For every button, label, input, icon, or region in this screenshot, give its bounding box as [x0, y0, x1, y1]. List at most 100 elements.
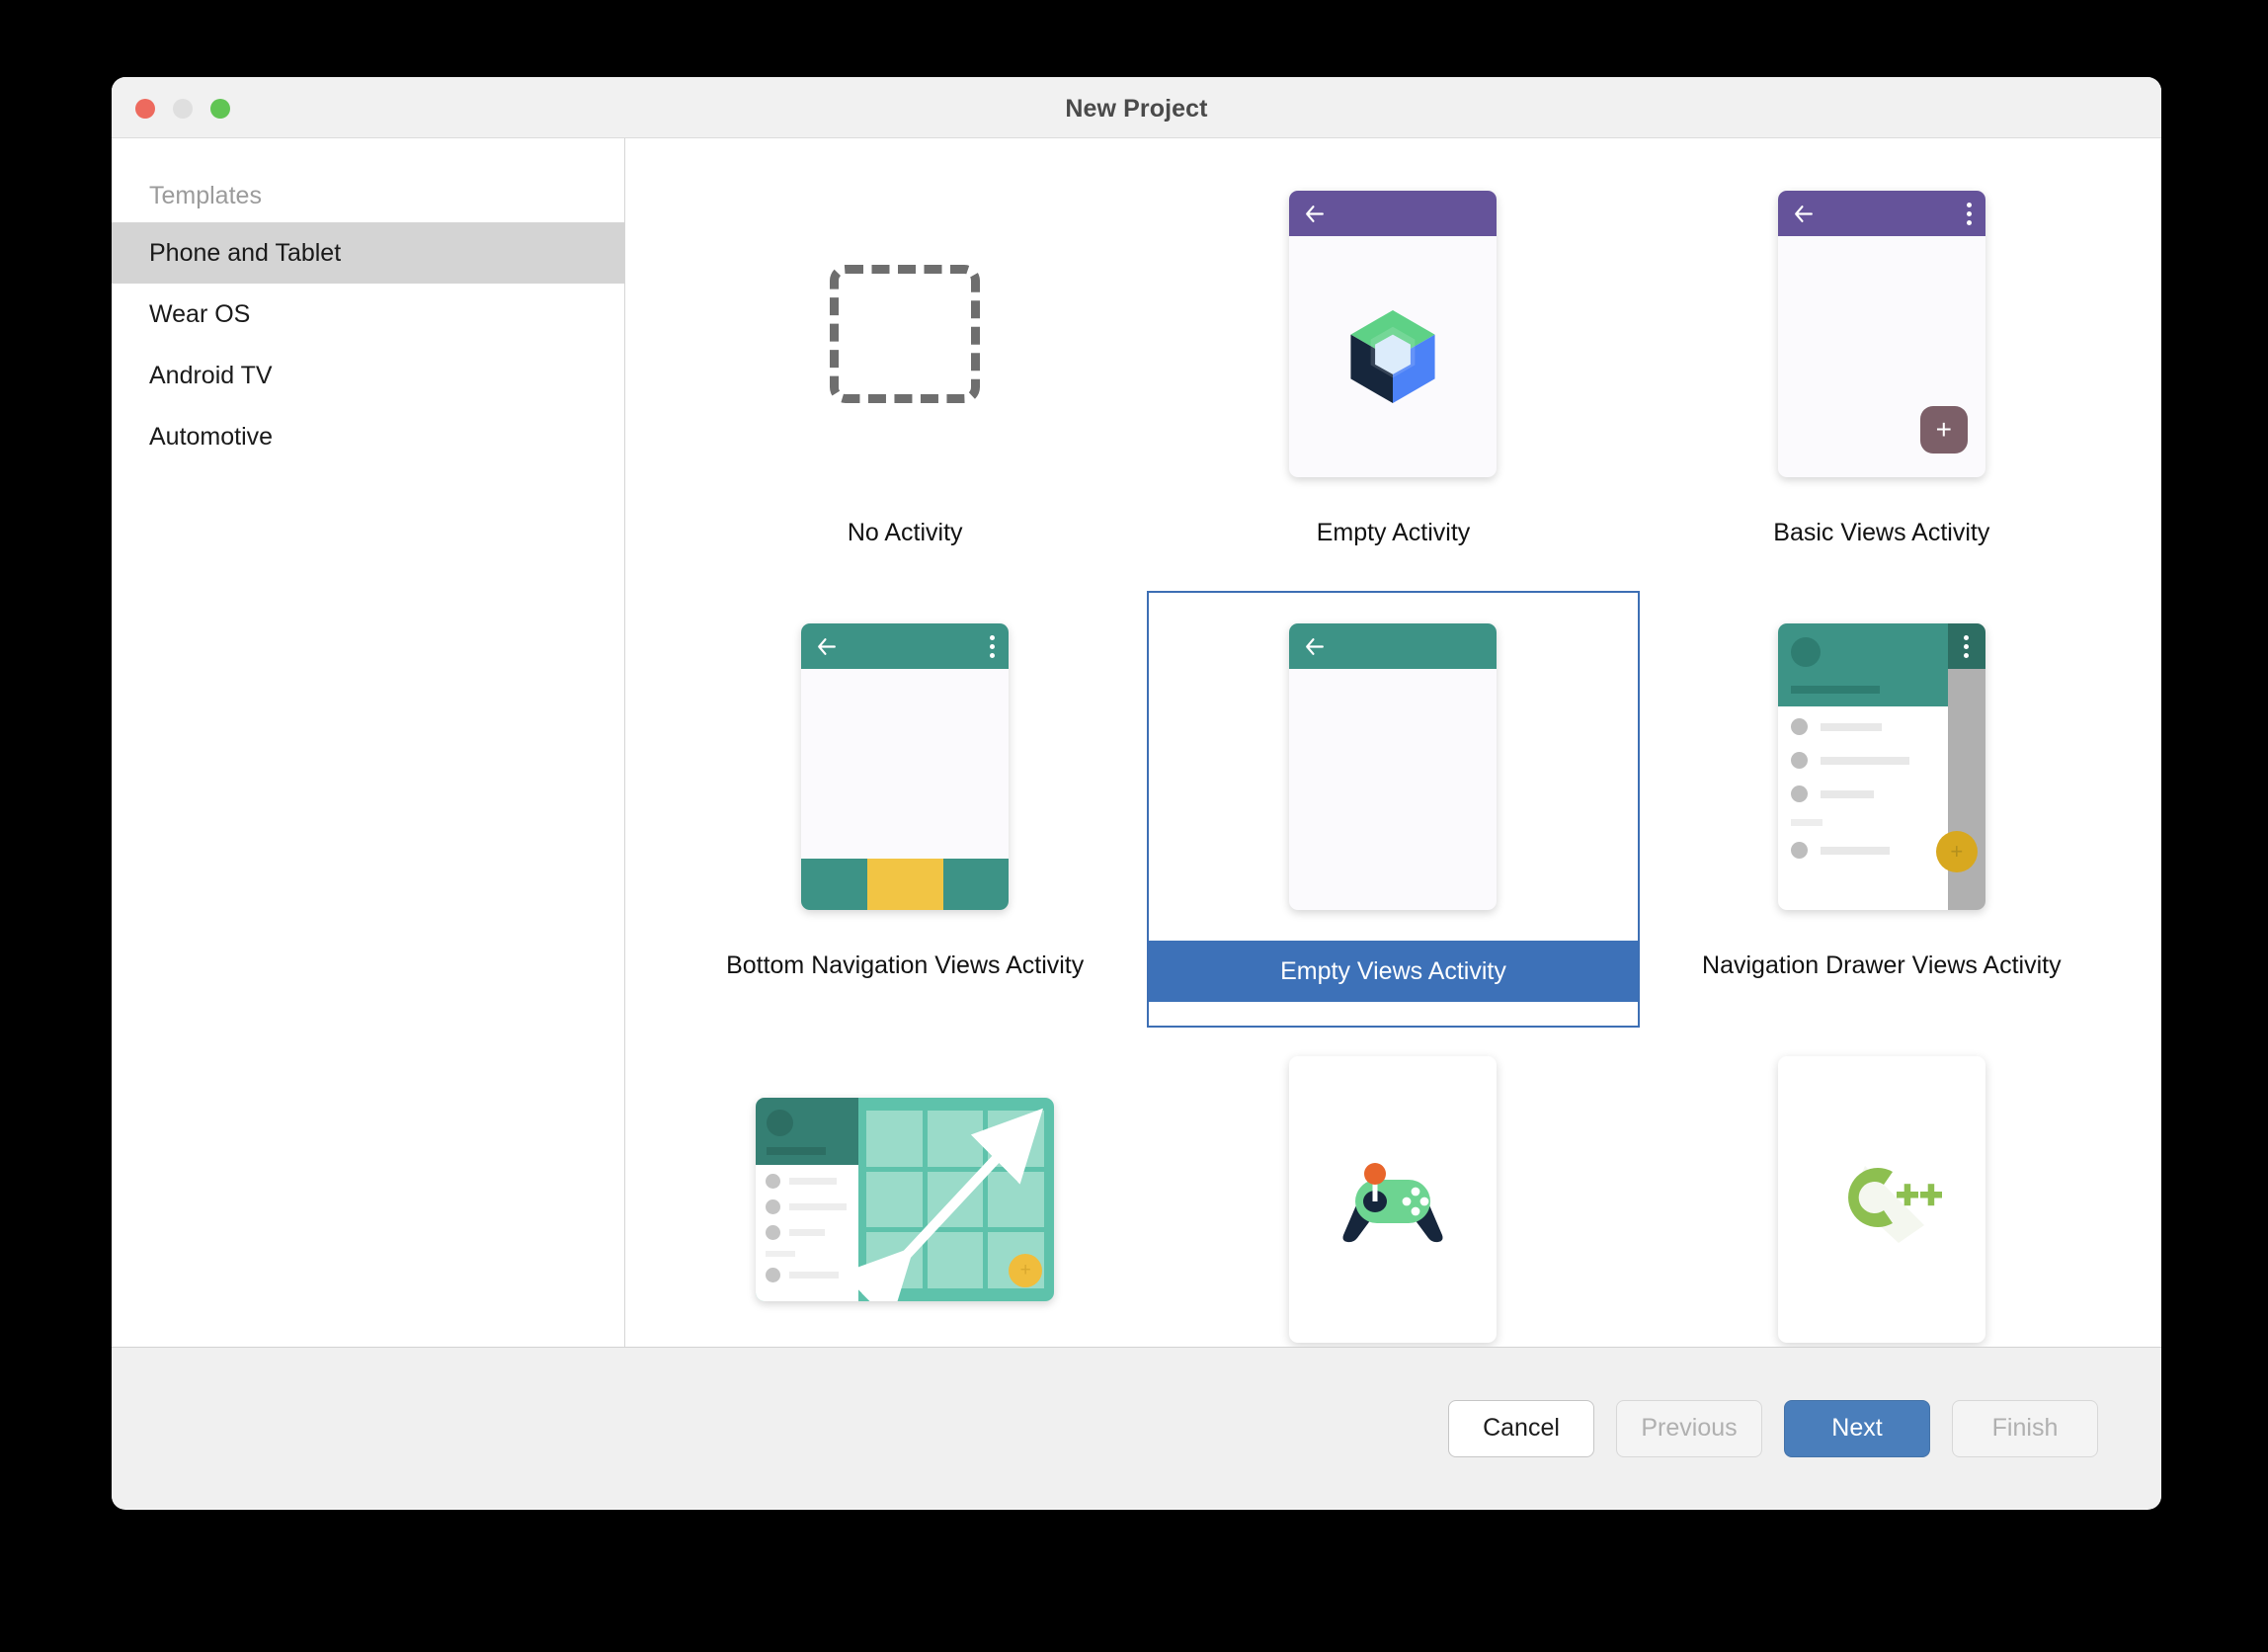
- phone-mock: [1289, 191, 1498, 477]
- back-arrow-icon: [1306, 205, 1325, 222]
- phone-toolbar: [801, 623, 1010, 669]
- floating-action-button-icon: +: [1009, 1254, 1043, 1287]
- list-item-text-bar: [789, 1203, 848, 1210]
- template-card-responsive-views-activity[interactable]: +: [661, 1026, 1149, 1347]
- phone-mock: +: [1777, 191, 1985, 477]
- phone-toolbar: [1289, 191, 1498, 236]
- template-grid: No Activity Empty Activity + Basic Views…: [625, 138, 2161, 1347]
- drawer-header: [1777, 623, 1948, 706]
- back-arrow-icon: [1306, 637, 1325, 655]
- jetpack-compose-logo-icon: [1350, 309, 1436, 404]
- back-arrow-icon: [1794, 205, 1813, 222]
- previous-button: Previous: [1616, 1399, 1762, 1457]
- list-item-icon: [766, 1174, 781, 1189]
- template-card-no-activity[interactable]: No Activity: [661, 160, 1149, 593]
- drawer-item-list: [1778, 706, 1948, 859]
- template-thumbnail: +: [1638, 593, 2126, 941]
- template-thumbnail: [661, 593, 1149, 941]
- next-button[interactable]: Next: [1784, 1399, 1930, 1457]
- sidebar-item-label: Automotive: [149, 423, 274, 451]
- bottom-navigation-bar-icon: [801, 859, 1010, 910]
- phone-toolbar: [1777, 191, 1985, 236]
- sidebar-item-automotive[interactable]: Automotive: [112, 406, 624, 467]
- template-card-native-cpp[interactable]: [1638, 1026, 2126, 1347]
- responsive-tablet-grid-icon: +: [756, 1098, 1055, 1301]
- cancel-button[interactable]: Cancel: [1448, 1399, 1594, 1457]
- template-card-game-activity[interactable]: [1149, 1026, 1637, 1347]
- list-item: [766, 1199, 858, 1214]
- tablet-content-pane: +: [858, 1098, 1054, 1301]
- template-thumbnail: [1149, 593, 1637, 941]
- plain-card: [1289, 1056, 1498, 1343]
- template-label: Bottom Navigation Views Activity: [726, 951, 1085, 979]
- template-label: Empty Views Activity: [1149, 941, 1638, 1002]
- template-thumbnail: [1149, 160, 1637, 508]
- overflow-menu-icon: [1966, 202, 1973, 225]
- list-item-text-bar: [789, 1272, 840, 1279]
- template-card-navigation-drawer-views-activity[interactable]: + Navigation Drawer Views Activity: [1638, 593, 2126, 1026]
- sidebar-item-android-tv[interactable]: Android TV: [112, 345, 624, 406]
- list-item-text-bar: [1820, 789, 1874, 798]
- templates-sidebar: Templates Phone and Tablet Wear OS Andro…: [112, 138, 625, 1347]
- phone-mock: [801, 623, 1010, 910]
- drawer-scrim-toolbar: [1947, 623, 1985, 669]
- gamepad-icon: [1342, 1163, 1443, 1243]
- sidebar-item-wear-os[interactable]: Wear OS: [112, 284, 624, 345]
- template-thumbnail: +: [1638, 160, 2126, 508]
- plain-card: [1777, 1056, 1985, 1343]
- list-item: [766, 1268, 858, 1282]
- dialog-footer: Cancel Previous Next Finish: [112, 1347, 2161, 1509]
- list-item: [1790, 752, 1948, 769]
- sidebar-item-label: Wear OS: [149, 300, 251, 328]
- list-item-icon: [766, 1225, 781, 1240]
- template-thumbnail: [1149, 1026, 1637, 1347]
- list-item-text-bar: [1820, 756, 1909, 765]
- list-item: [766, 1174, 858, 1189]
- list-item-icon: [1790, 785, 1808, 802]
- cplusplus-logo-icon: [1847, 1166, 1942, 1243]
- template-card-empty-views-activity[interactable]: Empty Views Activity: [1147, 591, 1640, 1028]
- template-label: No Activity: [847, 519, 963, 546]
- dialog-body: Templates Phone and Tablet Wear OS Andro…: [112, 138, 2161, 1347]
- list-divider: [1790, 819, 1822, 826]
- avatar: [1790, 637, 1821, 667]
- list-item-icon: [1790, 752, 1808, 769]
- list-item-icon: [1790, 718, 1808, 735]
- template-label: Basic Views Activity: [1773, 519, 1990, 546]
- sidebar-item-label: Phone and Tablet: [149, 239, 342, 267]
- template-gallery[interactable]: No Activity Empty Activity + Basic Views…: [625, 138, 2161, 1347]
- phone-mock: [1289, 623, 1498, 910]
- list-item-text-bar: [789, 1229, 826, 1236]
- nav-drawer-mock: +: [1777, 623, 1985, 910]
- drawer-item-list: [756, 1165, 858, 1282]
- dashed-square-icon: [830, 265, 981, 403]
- sidebar-item-label: Android TV: [149, 362, 273, 389]
- list-item-icon: [766, 1268, 781, 1282]
- window-titlebar: New Project: [112, 77, 2161, 138]
- floating-action-button-icon: +: [1935, 831, 1978, 872]
- tablet-drawer-pane: [756, 1098, 859, 1301]
- sidebar-item-phone-and-tablet[interactable]: Phone and Tablet: [112, 222, 624, 284]
- list-item-text-bar: [789, 1178, 838, 1185]
- drawer-header-text-bar: [767, 1147, 827, 1155]
- template-card-bottom-navigation-views-activity[interactable]: Bottom Navigation Views Activity: [661, 593, 1149, 1026]
- avatar: [767, 1110, 794, 1136]
- back-arrow-icon: [818, 637, 837, 655]
- list-item: [1790, 718, 1948, 735]
- list-item-text-bar: [1820, 846, 1890, 855]
- list-divider: [766, 1251, 796, 1257]
- list-item: [1790, 842, 1948, 859]
- list-item: [1790, 785, 1948, 802]
- template-card-basic-views-activity[interactable]: + Basic Views Activity: [1638, 160, 2126, 593]
- floating-action-button-icon: +: [1919, 406, 1968, 454]
- templates-header: Templates: [149, 182, 262, 209]
- new-project-dialog: New Project Templates Phone and Tablet W…: [112, 77, 2161, 1510]
- template-card-empty-activity[interactable]: Empty Activity: [1149, 160, 1637, 593]
- template-label: Empty Activity: [1316, 519, 1471, 546]
- list-item-icon: [766, 1199, 781, 1214]
- list-item-text-bar: [1820, 722, 1882, 731]
- window-title: New Project: [1065, 95, 1208, 123]
- template-thumbnail: [661, 160, 1149, 508]
- template-label: Navigation Drawer Views Activity: [1702, 951, 2062, 979]
- overflow-menu-icon: [1963, 634, 1970, 658]
